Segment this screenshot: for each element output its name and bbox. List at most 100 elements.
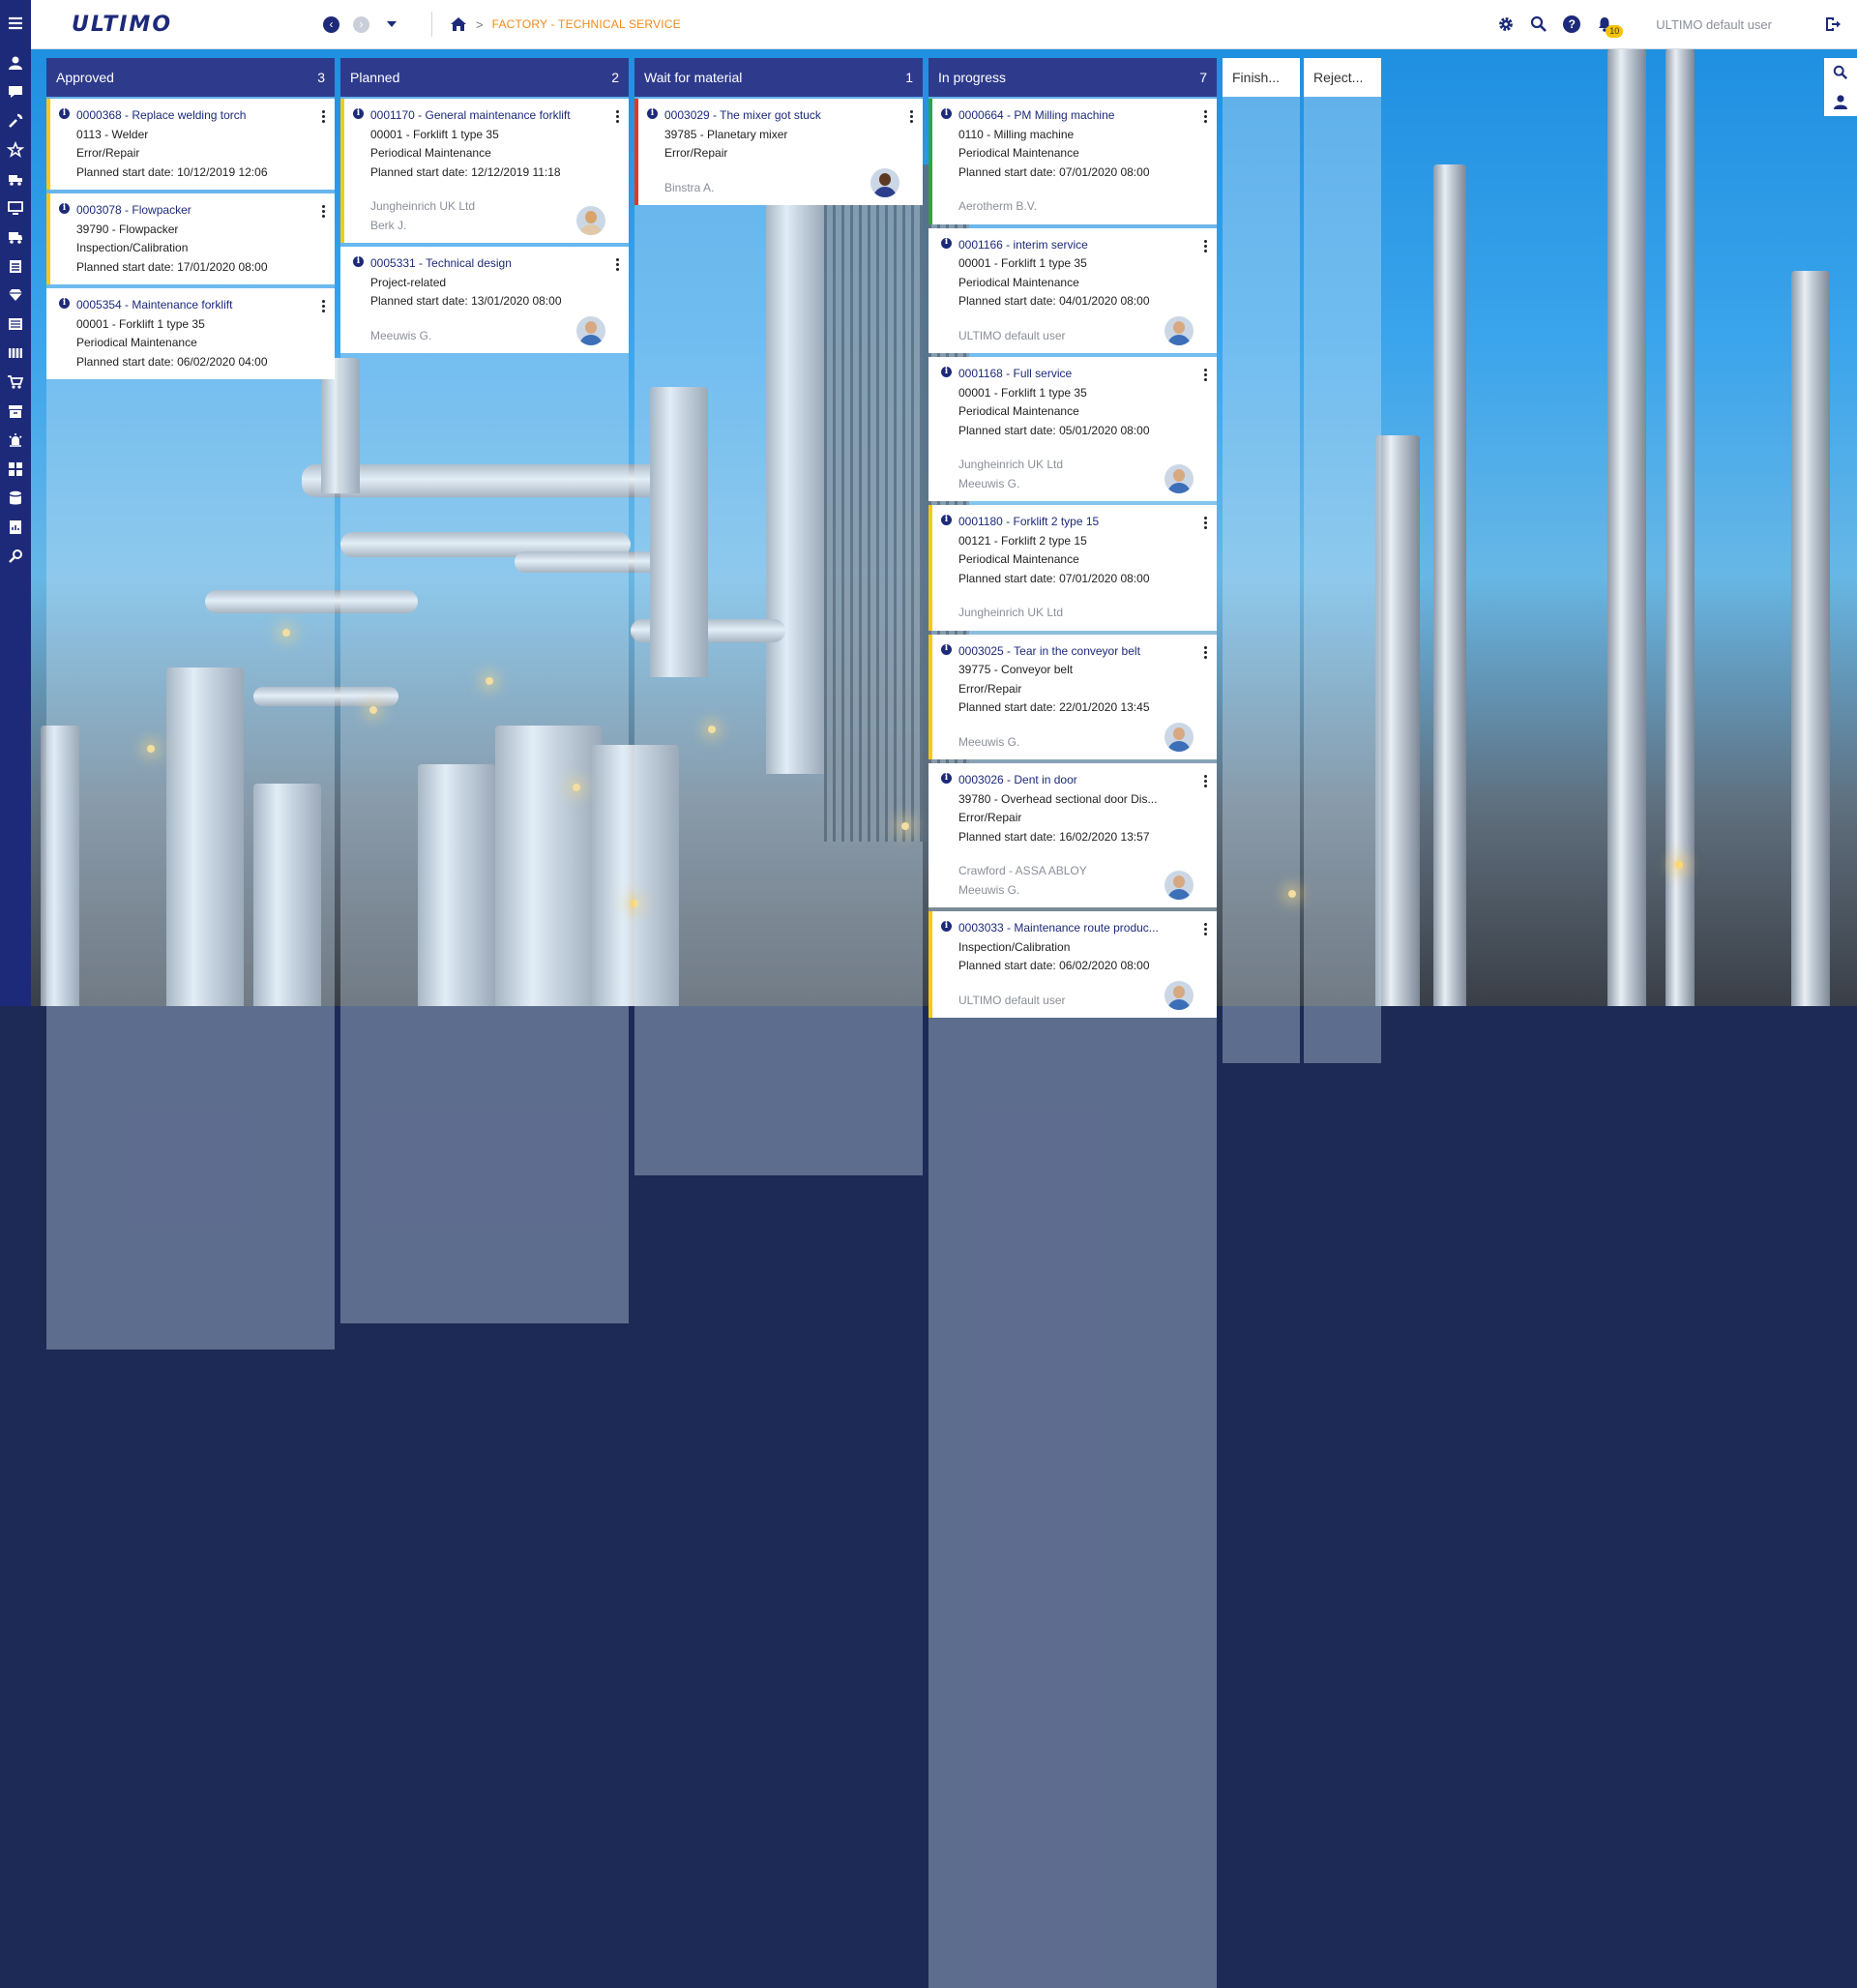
grid-icon[interactable] — [0, 455, 31, 484]
wrench-icon[interactable] — [0, 106, 31, 135]
info-icon[interactable]: i — [941, 108, 952, 119]
column-header[interactable]: Planned 2 — [340, 58, 629, 97]
card-title[interactable]: 0001166 - interim service — [958, 236, 1188, 255]
card-title[interactable]: 0001168 - Full service — [958, 365, 1188, 384]
work-order-card[interactable]: i 0003025 - Tear in the conveyor belt 3977… — [928, 634, 1217, 759]
card-detail: Error/Repair — [76, 146, 140, 160]
info-icon[interactable]: i — [941, 237, 952, 249]
work-order-card[interactable]: i 0003033 - Maintenance route produc... In… — [928, 911, 1217, 1018]
info-icon[interactable]: i — [353, 256, 364, 267]
column-header[interactable]: Wait for material 1 — [634, 58, 923, 97]
menu-icon[interactable] — [0, 0, 31, 46]
work-order-card[interactable]: i 0003029 - The mixer got stuck 39785 - Pl… — [634, 99, 923, 205]
calendar-icon[interactable] — [0, 252, 31, 281]
work-order-card[interactable]: i 0000368 - Replace welding torch 0113 - W… — [46, 99, 335, 190]
info-icon[interactable]: i — [353, 108, 364, 119]
more-options-icon[interactable] — [322, 300, 325, 312]
info-icon[interactable]: i — [59, 108, 70, 119]
card-title[interactable]: 0001170 - General maintenance forklift — [370, 106, 600, 126]
more-options-icon[interactable] — [616, 258, 619, 271]
card-detail: Error/Repair — [958, 811, 1022, 824]
more-options-icon[interactable] — [1204, 110, 1207, 123]
card-title[interactable]: 0005354 - Maintenance forklift — [76, 296, 306, 315]
search-icon[interactable] — [1528, 14, 1549, 35]
database-icon[interactable] — [0, 484, 31, 513]
more-options-icon[interactable] — [1204, 517, 1207, 529]
film-icon[interactable] — [0, 339, 31, 368]
column-header[interactable]: In progress 7 — [928, 58, 1217, 97]
info-icon[interactable]: i — [941, 921, 952, 932]
info-icon[interactable]: i — [941, 773, 952, 784]
more-options-icon[interactable] — [322, 205, 325, 218]
logout-icon[interactable] — [1822, 14, 1843, 35]
person-icon[interactable] — [1833, 87, 1848, 116]
work-order-card[interactable]: i 0003078 - Flowpacker 39790 - Flowpacker I… — [46, 193, 335, 284]
left-navigation-rail — [0, 0, 31, 1006]
back-icon[interactable]: ‹ — [323, 15, 339, 33]
work-order-card[interactable]: i 0000664 - PM Milling machine 0110 - Mill… — [928, 99, 1217, 224]
bell-icon[interactable]: 10 — [1594, 14, 1624, 38]
card-title[interactable]: 0003026 - Dent in door — [958, 771, 1188, 790]
collapsed-column[interactable]: Finish... — [1223, 58, 1300, 1063]
card-title[interactable]: 0003025 - Tear in the conveyor belt — [958, 642, 1188, 662]
card-title[interactable]: 0000664 - PM Milling machine — [958, 106, 1188, 126]
info-icon[interactable]: i — [941, 643, 952, 655]
collapsed-column[interactable]: Reject... — [1304, 58, 1381, 1063]
more-options-icon[interactable] — [910, 110, 913, 123]
alarm-icon[interactable] — [0, 426, 31, 455]
collapsed-column-header[interactable]: Reject... — [1304, 58, 1381, 97]
list-icon[interactable] — [0, 310, 31, 339]
more-options-icon[interactable] — [1204, 239, 1207, 252]
work-order-card[interactable]: i 0003026 - Dent in door 39780 - Overhead … — [928, 763, 1217, 907]
more-options-icon[interactable] — [1204, 645, 1207, 659]
message-icon[interactable] — [0, 77, 31, 106]
person-icon[interactable] — [0, 48, 31, 77]
more-options-icon[interactable] — [1204, 923, 1207, 935]
work-order-card[interactable]: i 0001168 - Full service 00001 - Forklift … — [928, 357, 1217, 501]
breadcrumb-current[interactable]: FACTORY - TECHNICAL SERVICE — [492, 17, 681, 31]
card-title[interactable]: 0001180 - Forklift 2 type 15 — [958, 513, 1188, 532]
vehicle-icon[interactable] — [0, 223, 31, 252]
gear-icon[interactable] — [1495, 14, 1517, 35]
card-meta: Aerotherm B.V. — [958, 199, 1037, 213]
collapsed-column-header[interactable]: Finish... — [1223, 58, 1300, 97]
work-order-card[interactable]: i 0001166 - interim service 00001 - Forkli… — [928, 227, 1217, 353]
work-order-card[interactable]: i 0001170 - General maintenance forklift 0… — [340, 99, 629, 243]
info-icon[interactable]: i — [647, 108, 658, 119]
star-icon[interactable] — [0, 135, 31, 164]
card-detail: 39780 - Overhead sectional door Dis... — [958, 791, 1158, 806]
more-options-icon[interactable] — [1204, 775, 1207, 787]
card-title[interactable]: 0003033 - Maintenance route produc... — [958, 919, 1188, 938]
more-options-icon[interactable] — [1204, 369, 1207, 381]
settings-tools-icon[interactable] — [0, 542, 31, 571]
card-title[interactable]: 0003029 - The mixer got stuck — [664, 106, 894, 126]
current-user[interactable]: ULTIMO default user — [1656, 17, 1772, 32]
info-icon[interactable]: i — [941, 515, 952, 525]
card-title[interactable]: 0000368 - Replace welding torch — [76, 106, 306, 126]
work-order-card[interactable]: i 0005331 - Technical design Project-relat… — [340, 247, 629, 353]
card-title[interactable]: 0005331 - Technical design — [370, 254, 600, 274]
search-icon[interactable] — [1833, 58, 1848, 87]
report-icon[interactable] — [0, 513, 31, 542]
card-title[interactable]: 0003078 - Flowpacker — [76, 201, 306, 221]
column-header[interactable]: Approved 3 — [46, 58, 335, 97]
more-options-icon[interactable] — [322, 110, 325, 123]
help-icon[interactable]: ? — [1561, 14, 1582, 35]
history-dropdown-icon[interactable] — [387, 21, 397, 27]
work-order-card[interactable]: i 0001180 - Forklift 2 type 15 00121 - For… — [928, 505, 1217, 631]
archive-icon[interactable] — [0, 397, 31, 426]
monitor-icon[interactable] — [0, 193, 31, 223]
diamond-icon[interactable] — [0, 281, 31, 310]
forward-icon[interactable]: › — [353, 15, 369, 33]
cart-icon[interactable] — [0, 368, 31, 397]
info-icon[interactable]: i — [59, 203, 70, 214]
more-options-icon[interactable] — [616, 110, 619, 123]
truck-icon[interactable] — [0, 164, 31, 193]
column-title: Wait for material — [644, 70, 743, 85]
home-icon[interactable] — [450, 16, 467, 32]
work-order-card[interactable]: i 0005354 - Maintenance forklift 00001 - F… — [46, 288, 335, 379]
background-light — [1675, 861, 1683, 869]
info-icon[interactable]: i — [59, 298, 70, 309]
info-icon[interactable]: i — [941, 367, 952, 377]
